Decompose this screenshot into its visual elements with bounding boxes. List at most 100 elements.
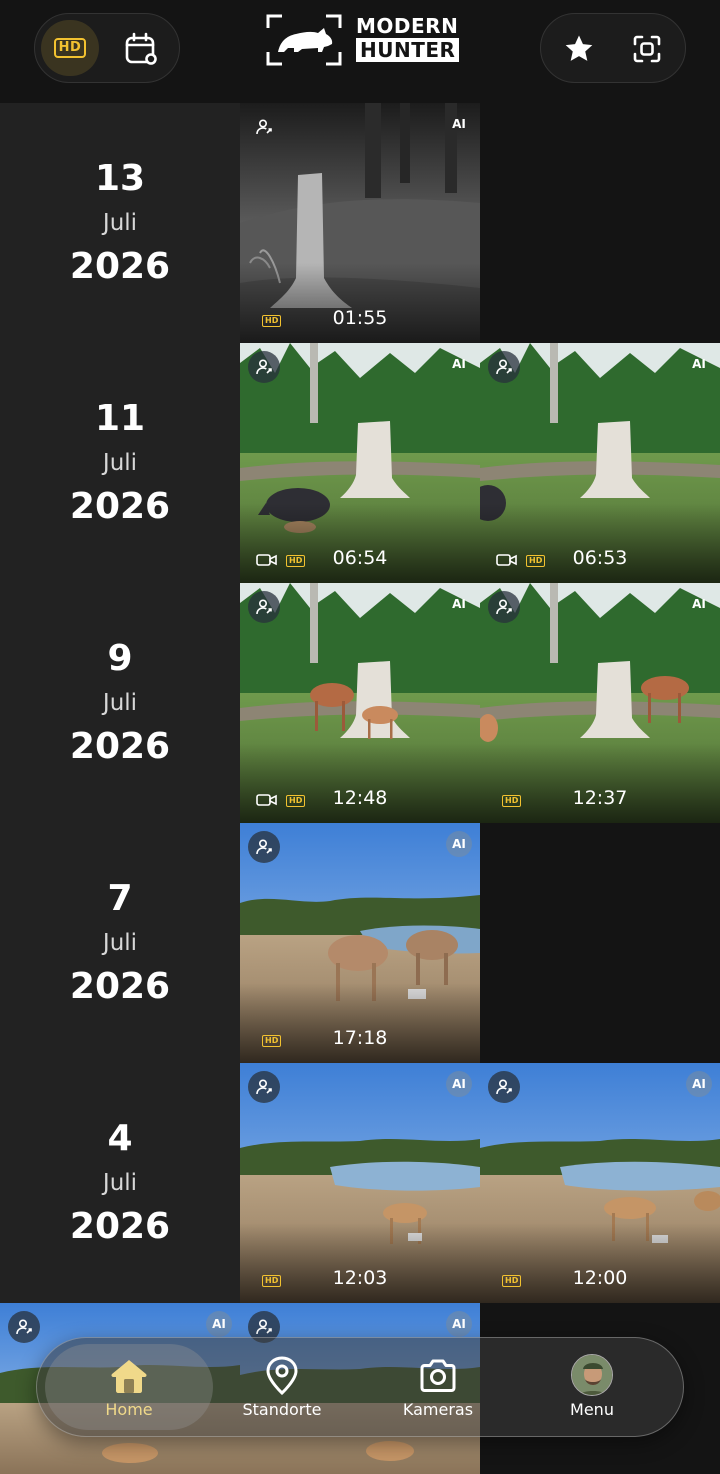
logo-line-1: MODERN [356,14,459,38]
hd-icon: HD [53,38,87,58]
date-month: Juli [102,210,138,236]
capture-time: 06:53 [572,547,628,569]
empty-cell [480,103,720,343]
ai-badge: AI [446,1071,472,1097]
star-icon [565,35,593,61]
action-pill [540,13,686,83]
person-tag-badge[interactable] [248,831,280,863]
photo-thumbnail[interactable]: AI HD 12:37 [480,583,720,823]
person-tag-icon [496,599,512,615]
thumbnail-shade [240,263,480,343]
photo-thumbnail[interactable]: AI HD 17:18 [240,823,480,1063]
nav-label: Kameras [402,1400,474,1419]
date-day: 9 [107,638,133,679]
ai-badge: AI [446,831,472,857]
date-label: 11 Juli 2026 [0,343,240,583]
date-month: Juli [102,1170,138,1196]
date-month: Juli [102,930,138,956]
date-year: 2026 [69,726,171,767]
capture-time: 12:03 [332,1267,388,1289]
date-year: 2026 [69,486,171,527]
ai-badge: AI [692,357,706,371]
camera-icon [418,1356,458,1396]
nav-menu[interactable]: Menu [517,1338,667,1435]
person-tag-badge[interactable] [248,111,280,143]
user-avatar [571,1354,613,1396]
date-day: 11 [94,398,146,439]
nav-standorte[interactable]: Standorte [207,1338,357,1435]
person-tag-badge[interactable] [248,351,280,383]
capture-time: 12:37 [572,787,628,809]
scan-button[interactable] [627,29,667,69]
photo-thumbnail[interactable]: AI HD 06:53 [480,343,720,583]
calendar-filter-icon [125,32,157,65]
person-tag-icon [16,1319,32,1335]
bottom-navigation: Home Standorte Kameras Menu [36,1337,684,1437]
day-row: 4 Juli 2026 AI HD 12:03 AI HD 12:00 [0,1063,720,1303]
nav-label: Menu [570,1400,614,1419]
thumbnail-shade [480,503,720,583]
thumbnail-shade [240,983,480,1063]
modern-hunter-logo: MODERN HUNTER [266,14,460,68]
thumbnail-shade [480,1223,720,1303]
date-day: 13 [94,158,146,199]
person-tag-icon [256,119,272,135]
boar-logo-icon [266,14,342,66]
photo-thumbnail[interactable]: AI HD 12:03 [240,1063,480,1303]
photo-thumbnail[interactable]: AI HD 12:48 [240,583,480,823]
thumbnail-shade [240,503,480,583]
ai-badge: AI [686,1071,712,1097]
date-label: 13 Juli 2026 [0,103,240,343]
date-day: 7 [107,878,133,919]
nav-kameras[interactable]: Kameras [363,1338,513,1435]
empty-cell [480,823,720,1063]
date-label: 7 Juli 2026 [0,823,240,1063]
person-tag-badge[interactable] [488,351,520,383]
thumbnail-shade [240,743,480,823]
thumbnail-shade [480,743,720,823]
capture-time: 01:55 [332,307,388,329]
capture-time: 12:00 [572,1267,628,1289]
hd-filter-button[interactable]: HD [41,20,99,76]
person-tag-badge[interactable] [488,591,520,623]
person-tag-icon [496,1079,512,1095]
day-row: 9 Juli 2026 AI HD 12:48 AI HD 12:37 [0,583,720,823]
capture-time: 06:54 [332,547,388,569]
location-pin-icon [262,1356,302,1396]
person-tag-icon [256,839,272,855]
thumbnail-shade [240,1223,480,1303]
top-bar: HD MODERN HUNTER [0,0,720,103]
ai-badge: AI [452,357,466,371]
person-tag-badge[interactable] [248,1071,280,1103]
photo-thumbnail[interactable]: AI HD 06:54 [240,343,480,583]
photo-thumbnail[interactable]: AI HD 12:00 [480,1063,720,1303]
date-year: 2026 [69,1206,171,1247]
capture-time: 17:18 [332,1027,388,1049]
capture-time: 12:48 [332,787,388,809]
logo-wordmark: MODERN HUNTER [356,14,460,62]
nav-label: Standorte [242,1400,322,1419]
photo-thumbnail[interactable]: AI HD 01:55 [240,103,480,343]
calendar-filter-button[interactable] [121,29,161,69]
ai-badge: AI [446,1311,472,1337]
home-icon [109,1356,149,1396]
day-row: 7 Juli 2026 AI HD 17:18 [0,823,720,1063]
nav-home[interactable]: Home [45,1338,213,1435]
filter-pill: HD [34,13,180,83]
person-tag-icon [256,1319,272,1335]
favorites-button[interactable] [559,29,599,69]
nav-label: Home [105,1400,153,1419]
person-tag-badge[interactable] [488,1071,520,1103]
ai-badge: AI [452,597,466,611]
person-tag-icon [256,1079,272,1095]
ai-badge: AI [206,1311,232,1337]
ai-badge: AI [692,597,706,611]
avatar [571,1354,613,1396]
date-label: 4 Juli 2026 [0,1063,240,1303]
date-label: 9 Juli 2026 [0,583,240,823]
date-month: Juli [102,450,138,476]
person-tag-badge[interactable] [8,1311,40,1343]
person-tag-badge[interactable] [248,591,280,623]
person-tag-icon [256,599,272,615]
ai-badge: AI [452,117,466,131]
